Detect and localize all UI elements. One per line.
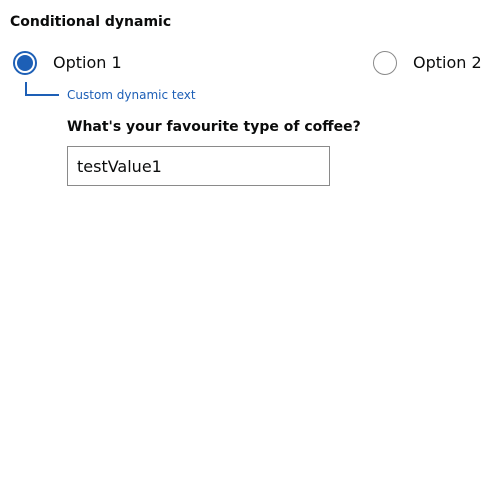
radio-unchecked-icon[interactable] — [373, 51, 397, 75]
form-page: Conditional dynamic Option 1 Option 2 Cu… — [0, 0, 500, 500]
conditional-connector-line — [25, 82, 59, 96]
radio-option-1-label[interactable]: Option 1 — [53, 53, 122, 73]
radio-option-2-label[interactable]: Option 2 — [413, 53, 482, 73]
coffee-question-label: What's your favourite type of coffee? — [67, 119, 361, 135]
radio-checked-icon[interactable] — [13, 51, 37, 75]
fieldset-legend: Conditional dynamic — [10, 14, 172, 30]
radio-dot — [17, 55, 33, 71]
dynamic-hint-text: Custom dynamic text — [67, 88, 196, 102]
coffee-input[interactable] — [67, 146, 330, 186]
radio-option-2[interactable]: Option 2 — [373, 49, 482, 77]
radio-option-1[interactable]: Option 1 — [13, 49, 122, 77]
